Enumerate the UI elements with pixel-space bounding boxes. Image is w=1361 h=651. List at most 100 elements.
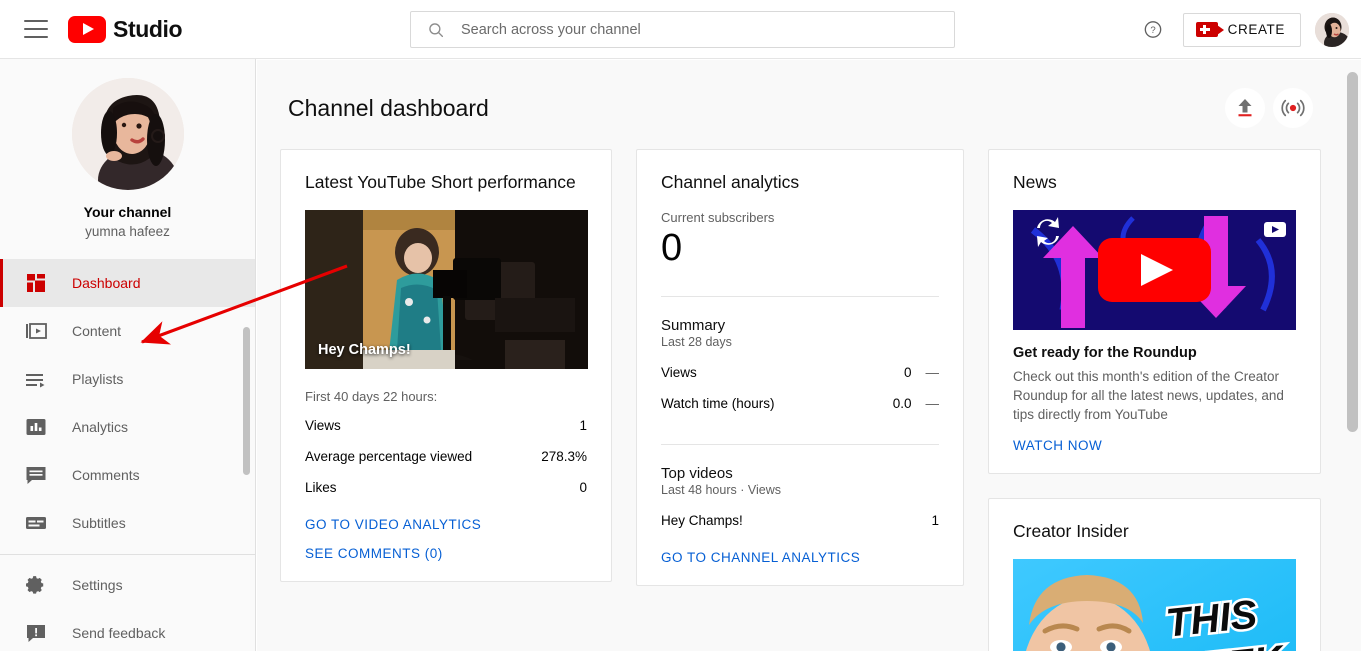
stat-row: Views 1 [305, 410, 587, 441]
top-video-title: Hey Champs! [661, 513, 743, 528]
help-circle-icon[interactable]: ? [1137, 14, 1169, 46]
stat-label: Likes [305, 480, 337, 495]
card-title: Creator Insider [1013, 521, 1296, 542]
subscribers-value: 0 [661, 227, 939, 271]
short-video-title: Hey Champs! [318, 342, 411, 358]
divider [661, 296, 939, 297]
news-body: Check out this month's edition of the Cr… [1013, 367, 1296, 424]
subtitles-icon [24, 511, 48, 535]
stat-row: Average percentage viewed 278.3% [305, 441, 587, 472]
subscribers-label: Current subscribers [661, 210, 939, 225]
channel-name: yumna hafeez [85, 224, 170, 239]
summary-value: 0.0 [893, 396, 912, 411]
brand-label: Studio [113, 18, 182, 41]
summary-row: Watch time (hours) 0.0— [661, 388, 939, 419]
sidebar-scrollbar-thumb[interactable] [243, 327, 250, 475]
sidebar-item-label: Settings [72, 577, 123, 593]
creator-insider-card: Creator Insider [988, 498, 1321, 651]
card-title: Channel analytics [661, 172, 939, 193]
channel-summary: Your channel yumna hafeez [0, 59, 255, 255]
summary-delta: — [926, 365, 940, 380]
sidebar-item-dashboard[interactable]: Dashboard [0, 259, 255, 307]
analytics-bar-icon [24, 415, 48, 439]
right-column: News [988, 149, 1321, 651]
top-videos-title: Top videos [661, 465, 939, 482]
create-button[interactable]: CREATE [1183, 13, 1301, 47]
video-camera-plus-icon [1196, 22, 1218, 37]
stat-value: 1 [579, 418, 587, 433]
dashboard-cards: Latest YouTube Short performance [257, 128, 1361, 651]
feedback-icon [24, 621, 48, 645]
page-header: Channel dashboard [257, 60, 1361, 128]
short-video-thumbnail[interactable]: Hey Champs! [305, 210, 588, 369]
stat-label: Average percentage viewed [305, 449, 472, 464]
svg-text:?: ? [1150, 25, 1155, 36]
sidebar: Your channel yumna hafeez Dashboard Cont… [0, 59, 256, 651]
stat-label: Views [305, 418, 341, 433]
page-title: Channel dashboard [288, 95, 489, 122]
search-icon [427, 21, 445, 39]
summary-value: 0 [904, 365, 912, 380]
sidebar-item-comments[interactable]: Comments [0, 451, 255, 499]
sidebar-item-label: Dashboard [72, 275, 141, 291]
summary-label: Watch time (hours) [661, 396, 775, 411]
hamburger-menu-icon[interactable] [24, 20, 48, 38]
sidebar-item-playlists[interactable]: Playlists [0, 355, 255, 403]
news-thumbnail[interactable] [1013, 210, 1296, 330]
sidebar-item-analytics[interactable]: Analytics [0, 403, 255, 451]
playlist-icon [24, 367, 48, 391]
stats-period: First 40 days 22 hours: [305, 389, 587, 404]
summary-label: Views [661, 365, 697, 380]
go-live-button[interactable] [1273, 88, 1313, 128]
sidebar-item-send-feedback[interactable]: Send feedback [0, 609, 255, 651]
video-content-icon [24, 319, 48, 343]
sidebar-item-label: Playlists [72, 371, 123, 387]
top-video-row[interactable]: Hey Champs! 1 [661, 505, 939, 536]
sidebar-item-settings[interactable]: Settings [0, 561, 255, 609]
card-title: Latest YouTube Short performance [305, 172, 587, 193]
channel-avatar[interactable] [72, 78, 184, 190]
channel-label: Your channel [84, 204, 172, 220]
upload-videos-button[interactable] [1225, 88, 1265, 128]
search-box[interactable] [410, 11, 955, 48]
search-input[interactable] [459, 21, 954, 39]
shorts-performance-card: Latest YouTube Short performance [280, 149, 612, 582]
page-scrollbar-thumb[interactable] [1347, 72, 1358, 432]
go-to-video-analytics-link[interactable]: GO TO VIDEO ANALYTICS [305, 517, 587, 532]
summary-title: Summary [661, 317, 939, 334]
sidebar-divider [0, 554, 255, 555]
creator-insider-thumbnail[interactable]: THIS WEEK [1013, 559, 1296, 651]
divider [661, 444, 939, 445]
create-button-label: CREATE [1228, 22, 1285, 37]
sidebar-item-label: Subtitles [72, 515, 126, 531]
sidebar-item-content[interactable]: Content [0, 307, 255, 355]
summary-period: Last 28 days [661, 335, 939, 349]
top-bar-actions: ? CREATE [1137, 0, 1349, 59]
top-videos-period: Last 48 hours · Views [661, 483, 939, 497]
sidebar-item-subtitles[interactable]: Subtitles [0, 499, 255, 547]
see-comments-link[interactable]: SEE COMMENTS (0) [305, 546, 587, 561]
sidebar-item-label: Content [72, 323, 121, 339]
go-to-channel-analytics-link[interactable]: GO TO CHANNEL ANALYTICS [661, 550, 939, 565]
page-header-actions [1225, 88, 1313, 128]
news-headline: Get ready for the Roundup [1013, 345, 1296, 361]
youtube-studio-logo[interactable]: Studio [68, 16, 182, 43]
stat-row: Likes 0 [305, 472, 587, 503]
sidebar-item-label: Send feedback [72, 625, 165, 641]
live-broadcast-icon [1280, 95, 1306, 121]
dashboard-grid-icon [24, 271, 48, 295]
stat-value: 278.3% [541, 449, 587, 464]
news-card: News [988, 149, 1321, 474]
search-container [410, 11, 955, 48]
watch-now-link[interactable]: WATCH NOW [1013, 438, 1296, 453]
avatar[interactable] [1315, 13, 1349, 47]
upload-arrow-icon [1233, 96, 1257, 120]
sidebar-item-label: Comments [72, 467, 140, 483]
channel-analytics-card: Channel analytics Current subscribers 0 … [636, 149, 964, 586]
top-app-bar: Studio ? CREATE [0, 0, 1361, 59]
comment-bubble-icon [24, 463, 48, 487]
top-video-views: 1 [931, 513, 939, 528]
sidebar-nav: Dashboard Content Playlists [0, 255, 255, 651]
sidebar-item-label: Analytics [72, 419, 128, 435]
stat-value: 0 [579, 480, 587, 495]
